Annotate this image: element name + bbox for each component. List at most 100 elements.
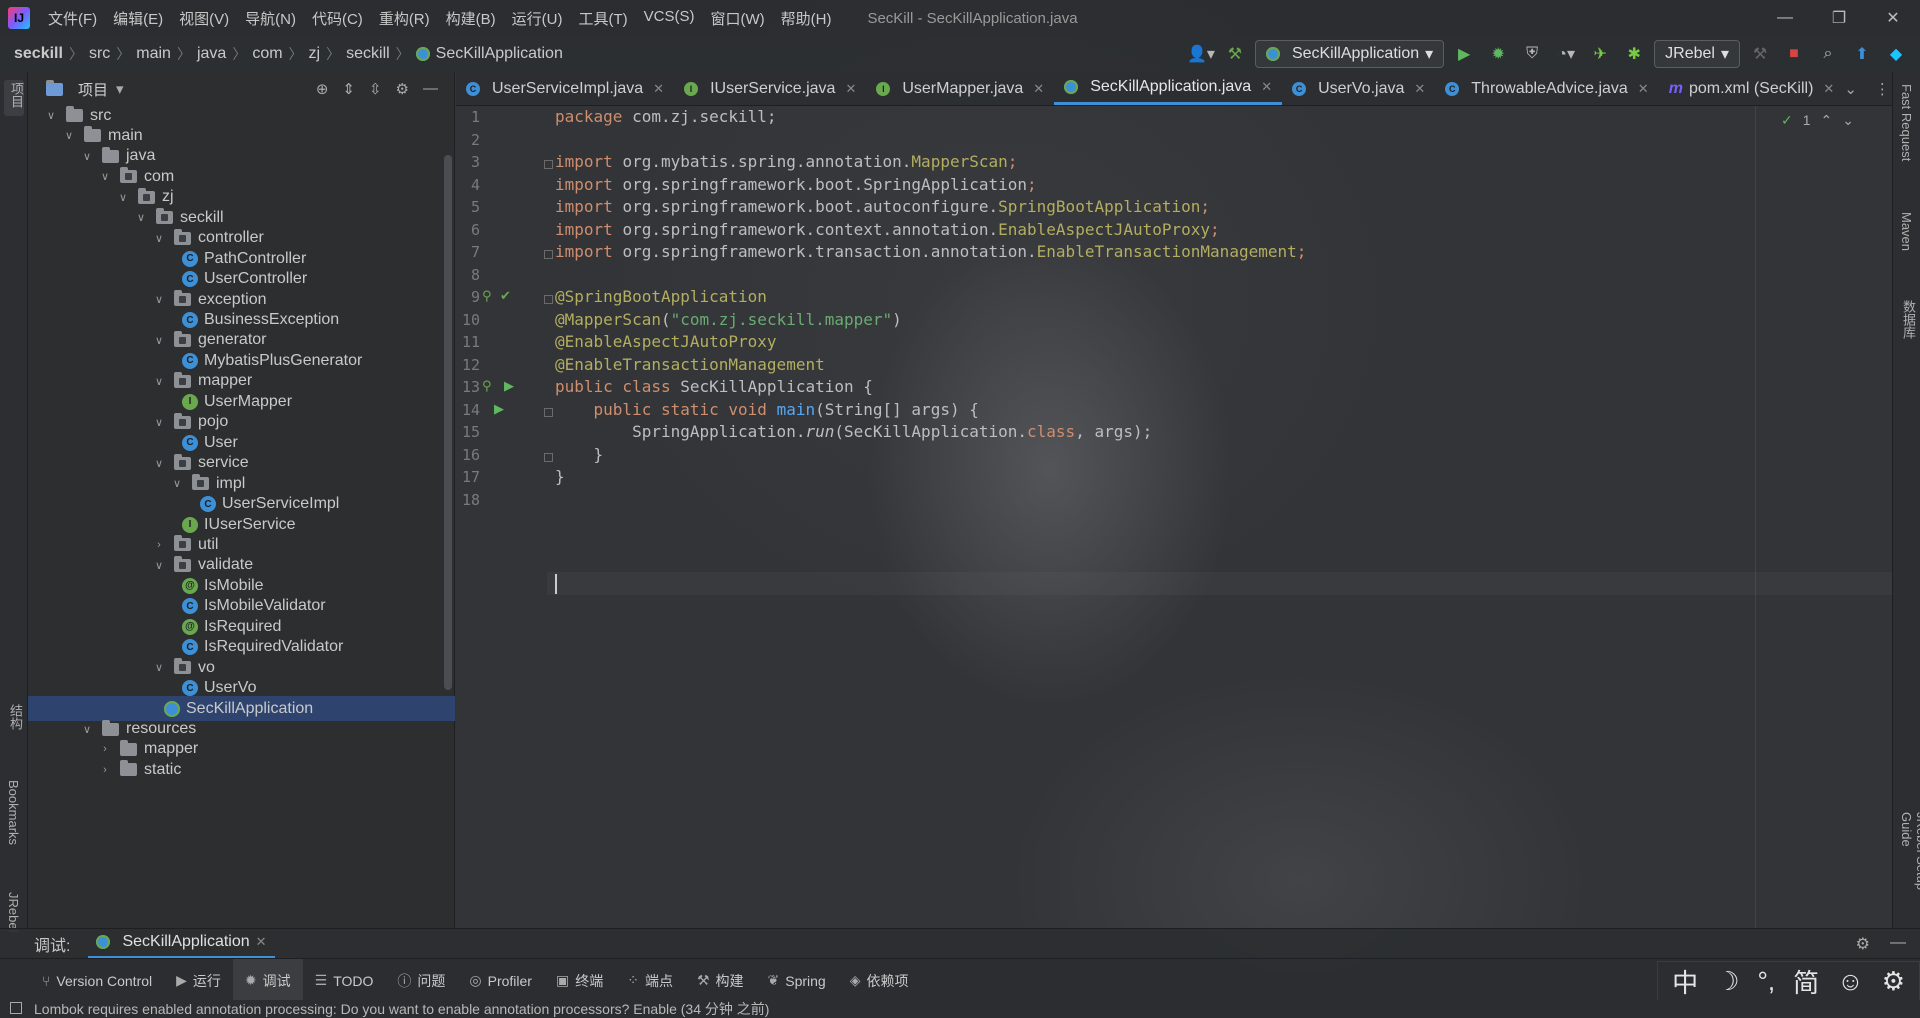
bottom-tool-tab[interactable]: ▣ 终端	[544, 959, 615, 1003]
fold-marker-icon[interactable]	[544, 295, 553, 304]
code-line[interactable]: @EnableAspectJAutoProxy	[555, 332, 777, 351]
minimize-icon[interactable]: —	[1758, 0, 1812, 36]
code-line[interactable]: package com.zj.seckill;	[555, 107, 777, 126]
ime-emoji-icon[interactable]: ☺	[1837, 966, 1864, 997]
build-hammer-icon[interactable]: ⚒	[1221, 40, 1249, 68]
breadcrumb-item[interactable]: SecKillApplication	[410, 45, 569, 63]
bottom-tool-tab[interactable]: ⓘ 问题	[385, 959, 457, 1003]
jrebel-select[interactable]: JRebel ▾	[1654, 40, 1740, 68]
jrebel-debug-icon[interactable]: ✱	[1620, 40, 1648, 68]
bottom-tool-tab[interactable]: ▶ 运行	[164, 959, 233, 1003]
editor-tab[interactable]: C UserVo.java ✕	[1282, 72, 1435, 105]
menu-item[interactable]: 运行(U)	[504, 8, 571, 29]
bottom-tool-tab[interactable]: ✹ 调试	[232, 958, 303, 1003]
project-panel-title[interactable]: 项目	[78, 79, 108, 100]
chevron-down-icon[interactable]: ∨	[152, 661, 166, 674]
bottom-tool-tab[interactable]: ⚒ 构建	[685, 959, 756, 1003]
fold-marker-icon[interactable]	[544, 250, 553, 259]
bottom-tool-tab[interactable]: ◎ Profiler	[457, 959, 544, 1003]
hide-icon[interactable]: —	[423, 80, 438, 98]
project-tree-scrollbar[interactable]	[444, 155, 452, 690]
editor-tab[interactable]: C ThrowableAdvice.java ✕	[1435, 72, 1658, 105]
inspection-widget[interactable]: ✓ 1 ⌃ ⌄	[1781, 112, 1854, 129]
breadcrumb-item[interactable]: java	[191, 45, 232, 63]
menu-item[interactable]: 窗口(W)	[702, 8, 772, 29]
breadcrumb-item[interactable]: com	[246, 45, 288, 63]
close-tab-icon[interactable]: ✕	[1261, 79, 1272, 95]
breadcrumb-item[interactable]: zj	[303, 45, 327, 63]
code-line[interactable]: import org.springframework.boot.SpringAp…	[555, 175, 1037, 194]
close-icon[interactable]: ✕	[1866, 0, 1920, 36]
restore-icon[interactable]: ❐	[1812, 0, 1866, 36]
run-gutter-icon[interactable]: ▶	[504, 378, 514, 394]
run-icon[interactable]: ▶	[1450, 40, 1478, 68]
chevron-down-icon[interactable]: ∨	[152, 232, 166, 245]
close-tab-icon[interactable]: ✕	[653, 81, 664, 97]
chevron-right-icon[interactable]: ›	[152, 539, 166, 551]
menu-item[interactable]: 构建(B)	[438, 8, 504, 29]
chevron-right-icon[interactable]: ›	[98, 764, 112, 776]
spring-bean-icon[interactable]: ⚲	[482, 378, 492, 394]
menu-item[interactable]: 导航(N)	[237, 8, 304, 29]
more-vertical-icon[interactable]: ⋮	[1875, 80, 1890, 98]
chevron-down-icon[interactable]: ∨	[152, 375, 166, 388]
jrebel-run-icon[interactable]: ✈	[1586, 40, 1614, 68]
bottom-tool-tab[interactable]: ❦ Spring	[756, 959, 838, 1003]
hide-icon[interactable]: —	[1890, 934, 1906, 954]
close-tab-icon[interactable]: ✕	[1033, 81, 1044, 97]
close-icon[interactable]: ✕	[256, 934, 267, 950]
bottom-tool-tab[interactable]: ◈ 依赖项	[838, 959, 921, 1003]
bookmarks-tool-button[interactable]: Bookmarks	[6, 780, 21, 845]
hammer-disabled-icon[interactable]: ⚒	[1746, 40, 1774, 68]
chevron-down-icon[interactable]: ∨	[134, 211, 148, 224]
chevron-down-icon[interactable]: ∨	[80, 150, 94, 163]
chevron-down-icon[interactable]: ∨	[116, 191, 130, 204]
fold-marker-icon[interactable]	[544, 452, 553, 462]
chevron-down-icon[interactable]: ∨	[62, 129, 76, 142]
chevron-right-icon[interactable]: ›	[98, 743, 112, 755]
profile-icon[interactable]: ◔▾	[1552, 40, 1580, 68]
ime-simplified-mode[interactable]: 简	[1793, 963, 1819, 1000]
coverage-icon[interactable]: ⛨	[1518, 40, 1546, 68]
settings-gear-icon[interactable]: ⚙	[1856, 934, 1870, 954]
spring-check-icon[interactable]: ✔	[500, 288, 511, 304]
menu-item[interactable]: 编辑(E)	[105, 8, 171, 29]
bottom-tool-tab[interactable]: ⁘ 端点	[615, 959, 685, 1003]
stop-icon[interactable]: ■	[1780, 40, 1808, 68]
editor-tab[interactable]: I UserMapper.java ✕	[866, 72, 1054, 105]
structure-tool-button[interactable]: 结构	[6, 704, 25, 730]
close-tab-icon[interactable]: ✕	[1638, 81, 1649, 97]
chevron-down-icon[interactable]: ∨	[152, 334, 166, 347]
spring-bean-icon[interactable]: ⚲	[482, 288, 492, 304]
update-icon[interactable]: ⬆	[1848, 40, 1876, 68]
status-message[interactable]: Lombok requires enabled annotation proce…	[0, 999, 769, 1018]
chevron-down-icon[interactable]: ∨	[152, 416, 166, 429]
chevron-down-icon[interactable]: ∨	[152, 559, 166, 572]
jrebel-tool-button[interactable]: JRebel	[6, 892, 21, 932]
close-tab-icon[interactable]: ✕	[845, 81, 856, 97]
code-line[interactable]: @SpringBootApplication	[555, 287, 767, 306]
bottom-tool-tab[interactable]: ⑂ Version Control	[30, 959, 164, 1003]
chevron-down-icon[interactable]: ∨	[152, 457, 166, 470]
chevron-down-icon[interactable]: ∨	[98, 170, 112, 183]
tree-item[interactable]: › static	[28, 757, 455, 782]
code-line[interactable]: import org.mybatis.spring.annotation.Map…	[555, 152, 1017, 171]
close-tab-icon[interactable]: ✕	[1414, 81, 1425, 97]
editor-tab[interactable]: SecKillApplication.java ✕	[1054, 72, 1283, 105]
jetbrains-toolbox-icon[interactable]: ◆	[1882, 40, 1910, 68]
database-tool-button[interactable]: 数据库	[1899, 300, 1918, 339]
code-line[interactable]: public class SecKillApplication {	[555, 377, 873, 396]
code-line[interactable]: @EnableTransactionManagement	[555, 355, 825, 374]
code-line[interactable]: SpringApplication.run(SecKillApplication…	[555, 422, 1152, 441]
tab-list-chevron-icon[interactable]: ⌄	[1844, 80, 1857, 98]
code-editor[interactable]: 1 2 3 4 5 6 7 8 9 10 11 12 13 14 15 16 17 18 ⚲ ⚲ ✔ ▶ ▶ package…	[456, 106, 1892, 928]
breadcrumb-item[interactable]: seckill	[0, 45, 69, 63]
close-tab-icon[interactable]: ✕	[1823, 81, 1834, 97]
chevron-down-icon[interactable]: ∨	[170, 477, 184, 490]
chevron-down-icon[interactable]: ∨	[44, 109, 58, 122]
jrebel-setup-guide-button[interactable]: JRebel Setup Guide	[1899, 812, 1920, 928]
breadcrumb-item[interactable]: seckill	[340, 45, 396, 63]
collapse-all-icon[interactable]: ⇳	[369, 80, 382, 98]
chevron-down-icon[interactable]: ∨	[152, 293, 166, 306]
menu-item[interactable]: 视图(V)	[171, 8, 237, 29]
